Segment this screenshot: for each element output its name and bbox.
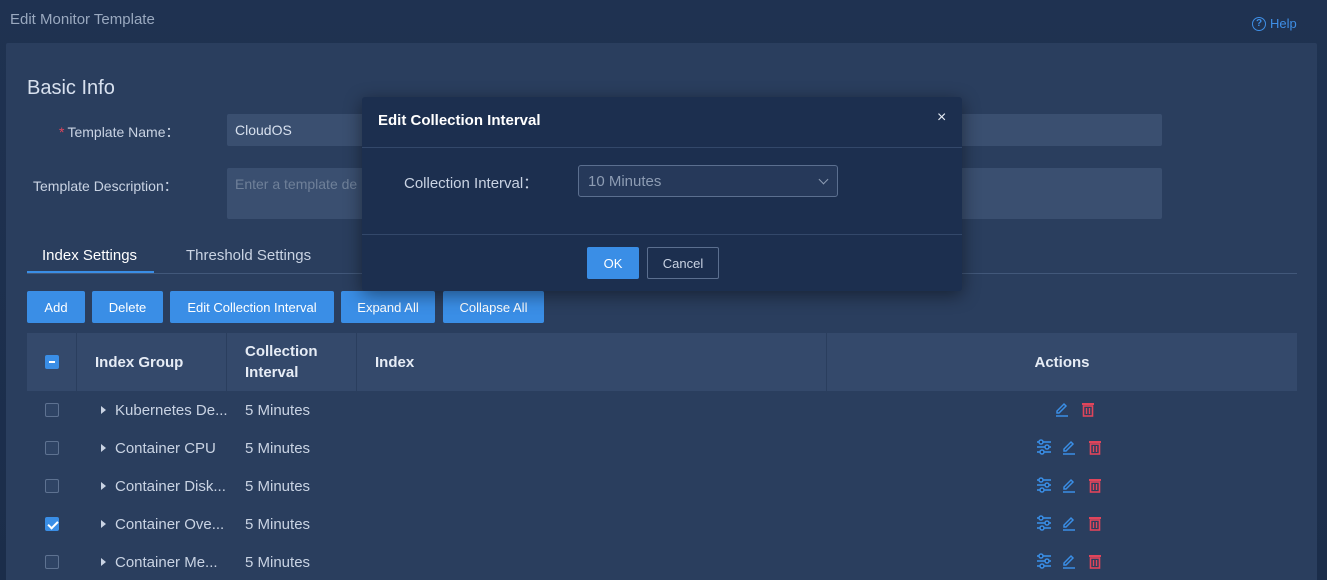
template-name-label: * Template Name：: [59, 124, 180, 140]
delete-button[interactable]: Delete: [92, 291, 163, 323]
index-group-cell: Kubernetes De...: [115, 402, 228, 419]
required-mark: *: [59, 124, 65, 140]
top-bar: Edit Monitor Template ? Help: [0, 0, 1327, 42]
edit-icon[interactable]: [1061, 439, 1077, 455]
edit-collection-interval-dialog: Edit Collection Interval × Collection In…: [362, 97, 962, 291]
row-checkbox[interactable]: [45, 555, 59, 569]
expand-all-button[interactable]: Expand All: [341, 291, 435, 323]
dialog-footer-divider: [362, 234, 962, 235]
trash-icon[interactable]: [1087, 439, 1103, 455]
expand-caret-icon[interactable]: [101, 558, 106, 566]
cancel-button[interactable]: Cancel: [647, 247, 719, 279]
sliders-icon[interactable]: [1036, 553, 1052, 569]
expand-caret-icon[interactable]: [101, 482, 106, 490]
page-title: Edit Monitor Template: [10, 11, 155, 28]
index-group-cell: Container Ove...: [115, 516, 225, 533]
interval-cell: 5 Minutes: [245, 516, 311, 533]
interval-cell: 5 Minutes: [245, 478, 311, 495]
template-description-label: Template Description：: [33, 178, 178, 194]
expand-caret-icon[interactable]: [101, 444, 106, 452]
chevron-down-icon: [818, 174, 829, 185]
dialog-title: Edit Collection Interval: [378, 112, 541, 129]
sliders-icon[interactable]: [1036, 439, 1052, 455]
interval-cell: 5 Minutes: [245, 554, 311, 571]
row-checkbox[interactable]: [45, 403, 59, 417]
expand-caret-icon[interactable]: [101, 520, 106, 528]
edit-icon[interactable]: [1054, 401, 1070, 417]
sliders-icon[interactable]: [1036, 515, 1052, 531]
column-header-collection-interval: Collection Interval: [227, 333, 357, 391]
select-all-cell: [27, 333, 77, 391]
edit-icon[interactable]: [1061, 515, 1077, 531]
table-row: Container Ove... 5 Minutes: [27, 505, 1297, 543]
table-header: Index Group Collection Interval Index Ac…: [27, 333, 1297, 391]
collection-interval-selected-value: 10 Minutes: [588, 172, 662, 190]
table-row: Container CPU 5 Minutes: [27, 429, 1297, 467]
help-label: Help: [1270, 16, 1297, 31]
trash-icon[interactable]: [1087, 477, 1103, 493]
edit-icon[interactable]: [1061, 477, 1077, 493]
sliders-icon[interactable]: [1036, 477, 1052, 493]
dialog-header-divider: [362, 147, 962, 148]
close-icon[interactable]: ×: [937, 109, 946, 127]
question-circle-icon: ?: [1252, 16, 1266, 31]
expand-caret-icon[interactable]: [101, 406, 106, 414]
index-group-cell: Container CPU: [115, 440, 216, 457]
column-header-index: Index: [357, 333, 827, 391]
select-all-checkbox[interactable]: [44, 355, 59, 369]
edit-collection-interval-button[interactable]: Edit Collection Interval: [170, 291, 334, 323]
index-group-cell: Container Disk...: [115, 478, 226, 495]
trash-icon[interactable]: [1087, 553, 1103, 569]
column-header-actions: Actions: [1034, 353, 1090, 371]
interval-cell: 5 Minutes: [245, 440, 311, 457]
index-group-cell: Container Me...: [115, 554, 218, 571]
column-header-index-group: Index Group: [77, 333, 227, 391]
table-row: Container Disk... 5 Minutes: [27, 467, 1297, 505]
collection-interval-label: Collection Interval：: [404, 175, 539, 192]
section-title-basic-info: Basic Info: [27, 77, 115, 99]
collapse-all-button[interactable]: Collapse All: [443, 291, 544, 323]
trash-icon[interactable]: [1087, 515, 1103, 531]
add-button[interactable]: Add: [27, 291, 85, 323]
row-checkbox[interactable]: [45, 517, 59, 531]
template-description-placeholder: Enter a template de: [235, 176, 358, 192]
row-checkbox[interactable]: [45, 479, 59, 493]
edit-icon[interactable]: [1061, 553, 1077, 569]
collection-interval-select[interactable]: 10 Minutes: [578, 165, 838, 197]
help-link[interactable]: ? Help: [1252, 16, 1297, 31]
table-row: Kubernetes De... 5 Minutes: [27, 391, 1297, 429]
ok-button[interactable]: OK: [587, 247, 639, 279]
tab-index-settings[interactable]: Index Settings: [42, 247, 137, 264]
trash-icon[interactable]: [1080, 401, 1096, 417]
row-checkbox[interactable]: [45, 441, 59, 455]
active-tab-indicator: [27, 271, 154, 273]
table-row: Container Me... 5 Minutes: [27, 543, 1297, 580]
tab-threshold-settings[interactable]: Threshold Settings: [186, 247, 311, 264]
interval-cell: 5 Minutes: [245, 402, 311, 419]
